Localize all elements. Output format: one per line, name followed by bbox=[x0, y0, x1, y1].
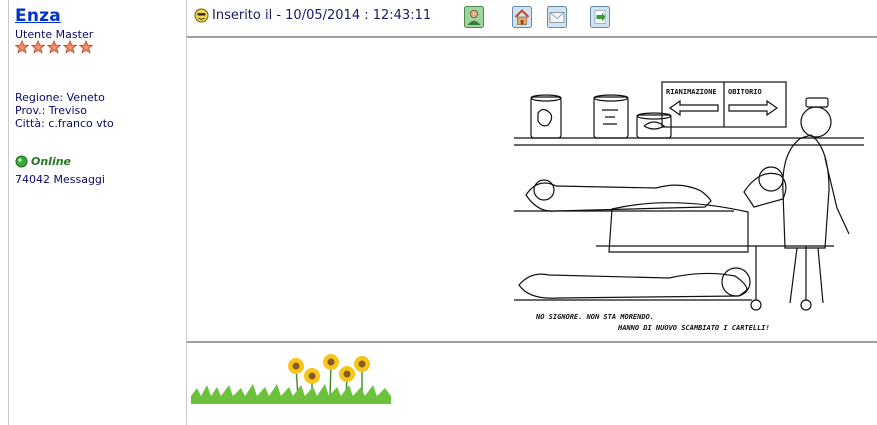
user-province: Prov.: Treviso bbox=[15, 104, 87, 117]
post-header: Inserito il - 10/05/2014 : 12:43:11 bbox=[187, 0, 877, 38]
online-dot-icon bbox=[15, 155, 28, 168]
cartoon-caption-1: NO SIGNORE. NON STA MORENDO. bbox=[535, 313, 654, 321]
forum-post: Enza Utente Master Regione: Veneto Prov.… bbox=[0, 0, 877, 425]
sign-left-label: RIANIMAZIONE bbox=[666, 88, 717, 96]
sunflowers-signature-icon bbox=[191, 354, 391, 404]
message-count: 74042 Messaggi bbox=[15, 173, 105, 186]
cartoon-caption-2: HANNO DI NUOVO SCAMBIATO I CARTELLI! bbox=[617, 324, 770, 332]
email-icon[interactable] bbox=[547, 6, 567, 28]
user-region: Regione: Veneto bbox=[15, 91, 105, 104]
sign-right-label: OBITORIO bbox=[728, 88, 762, 96]
post-body: Inserito il - 10/05/2014 : 12:43:11 RIAN… bbox=[187, 0, 877, 425]
rank-stars-icon bbox=[15, 40, 94, 54]
post-smiley-icon bbox=[194, 8, 209, 23]
online-label: Online bbox=[31, 155, 72, 168]
author-panel: Enza Utente Master Regione: Veneto Prov.… bbox=[8, 0, 187, 425]
posted-date: Inserito il - 10/05/2014 : 12:43:11 bbox=[212, 8, 432, 23]
user-city: Città: c.franco vto bbox=[15, 117, 114, 130]
username-link[interactable]: Enza bbox=[15, 6, 61, 26]
profile-icon[interactable] bbox=[464, 6, 484, 28]
signature-divider bbox=[187, 341, 877, 343]
online-status: Online bbox=[15, 155, 71, 168]
posted-info: Inserito il - 10/05/2014 : 12:43:11 bbox=[194, 8, 431, 23]
homepage-icon[interactable] bbox=[512, 6, 532, 28]
cartoon-image: RIANIMAZIONE OBITORIO NO SIGNORE. NON ST… bbox=[514, 68, 864, 334]
reply-quote-icon[interactable] bbox=[590, 6, 610, 28]
